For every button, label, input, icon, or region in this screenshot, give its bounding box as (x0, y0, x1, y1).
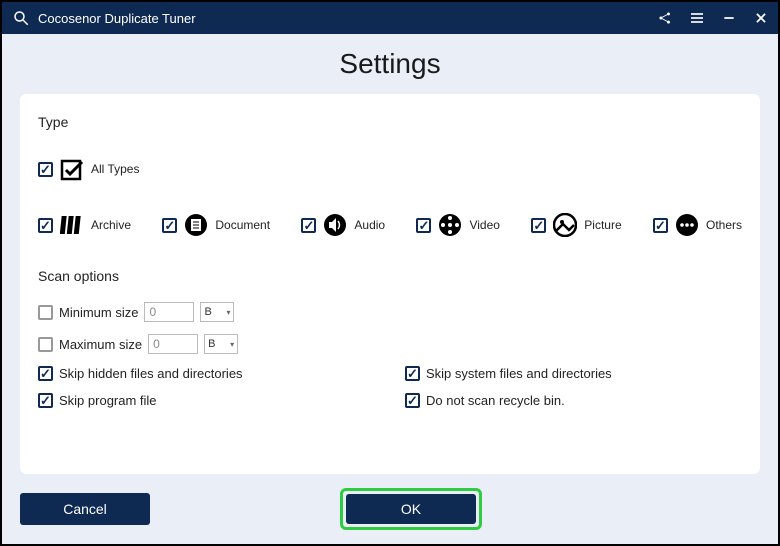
checkbox-skip-program[interactable] (38, 393, 53, 408)
page-title: Settings (20, 34, 760, 94)
settings-panel: Type All Types Archive (20, 94, 760, 474)
skip-hidden-row[interactable]: Skip hidden files and directories (38, 366, 375, 381)
share-icon[interactable] (656, 9, 674, 27)
video-icon (437, 212, 463, 238)
min-size-unit-value: B (204, 306, 211, 318)
skip-program-row[interactable]: Skip program file (38, 393, 375, 408)
type-others[interactable]: Others (653, 212, 742, 238)
archive-icon (59, 212, 85, 238)
min-size-input[interactable] (144, 302, 194, 322)
type-document[interactable]: Document (162, 212, 270, 238)
no-recycle-label: Do not scan recycle bin. (426, 393, 565, 408)
skip-program-label: Skip program file (59, 393, 157, 408)
type-video[interactable]: Video (416, 212, 499, 238)
max-size-label: Maximum size (59, 337, 142, 352)
document-icon (183, 212, 209, 238)
scan-options-grid: Minimum size B ▾ Maximum size B ▾ (38, 302, 742, 408)
type-video-label: Video (469, 218, 499, 232)
type-picture-label: Picture (584, 218, 621, 232)
checkbox-no-recycle[interactable] (405, 393, 420, 408)
button-row: Cancel OK (20, 488, 760, 530)
chevron-down-icon: ▾ (230, 340, 234, 349)
checkbox-skip-hidden[interactable] (38, 366, 53, 381)
max-size-row: Maximum size B ▾ (38, 334, 742, 354)
minimize-icon[interactable] (720, 9, 738, 27)
audio-icon (322, 212, 348, 238)
skip-system-row[interactable]: Skip system files and directories (405, 366, 742, 381)
skip-hidden-label: Skip hidden files and directories (59, 366, 243, 381)
chevron-down-icon: ▾ (226, 308, 230, 317)
checkbox-all-types[interactable] (38, 162, 53, 177)
min-size-label: Minimum size (59, 305, 138, 320)
max-size-unit-value: B (208, 338, 215, 350)
titlebar: Cocosenor Duplicate Tuner (2, 2, 778, 34)
close-icon[interactable] (752, 9, 770, 27)
checkbox-video[interactable] (416, 218, 431, 233)
no-recycle-row[interactable]: Do not scan recycle bin. (405, 393, 742, 408)
max-size-input[interactable] (148, 334, 198, 354)
all-types-icon (59, 156, 85, 182)
menu-icon[interactable] (688, 9, 706, 27)
cancel-button[interactable]: Cancel (20, 493, 150, 525)
type-all-label: All Types (91, 162, 139, 176)
checkbox-audio[interactable] (301, 218, 316, 233)
app-logo-icon (12, 9, 30, 27)
type-document-label: Document (215, 218, 270, 232)
type-audio[interactable]: Audio (301, 212, 385, 238)
type-archive-label: Archive (91, 218, 131, 232)
checkbox-archive[interactable] (38, 218, 53, 233)
type-all-types[interactable]: All Types (38, 156, 139, 182)
others-icon (674, 212, 700, 238)
picture-icon (552, 212, 578, 238)
type-categories-row: Archive Document Audio (38, 212, 742, 238)
ok-button[interactable]: OK (346, 494, 476, 524)
min-size-unit-select[interactable]: B ▾ (200, 302, 234, 322)
type-section-label: Type (38, 114, 742, 130)
max-size-unit-select[interactable]: B ▾ (204, 334, 238, 354)
min-size-row: Minimum size B ▾ (38, 302, 742, 322)
type-audio-label: Audio (354, 218, 385, 232)
type-all-row: All Types (38, 156, 742, 182)
checkbox-max-size[interactable] (38, 337, 53, 352)
checkbox-skip-system[interactable] (405, 366, 420, 381)
type-archive[interactable]: Archive (38, 212, 131, 238)
app-title: Cocosenor Duplicate Tuner (38, 11, 656, 26)
type-picture[interactable]: Picture (531, 212, 621, 238)
checkbox-document[interactable] (162, 218, 177, 233)
content-area: Settings Type All Types A (2, 34, 778, 544)
ok-button-highlight: OK (340, 488, 482, 530)
checkbox-others[interactable] (653, 218, 668, 233)
checkbox-picture[interactable] (531, 218, 546, 233)
skip-system-label: Skip system files and directories (426, 366, 612, 381)
window-controls (656, 9, 770, 27)
app-window: Cocosenor Duplicate Tuner Settings Type (0, 0, 780, 546)
type-others-label: Others (706, 218, 742, 232)
scan-section-label: Scan options (38, 268, 742, 284)
checkbox-min-size[interactable] (38, 305, 53, 320)
